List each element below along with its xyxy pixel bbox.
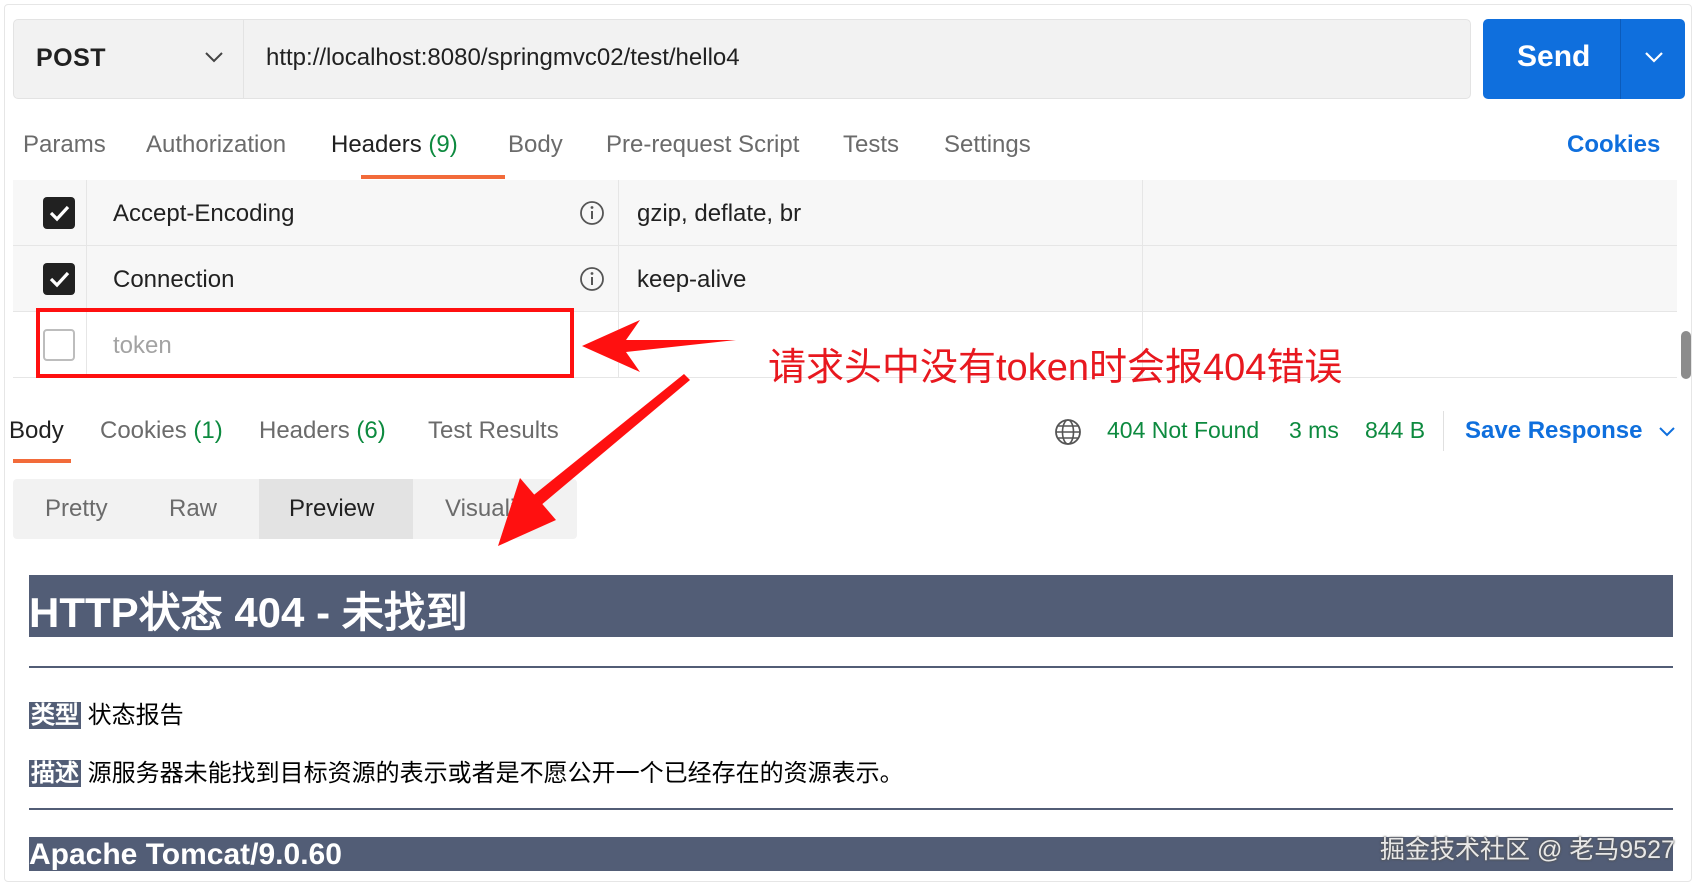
request-tabs: Params Authorization Headers (9) Body Pr… — [5, 113, 1691, 179]
header-key-cell[interactable]: Connection — [87, 246, 619, 312]
globe-icon[interactable] — [1053, 417, 1083, 447]
tab-response-cookies[interactable]: Cookies (1) — [100, 417, 223, 445]
checkmark-icon — [49, 205, 70, 222]
header-value-cell[interactable]: keep-alive — [619, 246, 1143, 312]
type-line: 类型 状态报告 — [29, 695, 184, 730]
tab-body[interactable]: Body — [508, 131, 563, 159]
tab-authorization[interactable]: Authorization — [146, 131, 286, 159]
header-value: gzip, deflate, br — [637, 200, 802, 227]
type-value: 状态报告 — [87, 702, 184, 729]
tab-settings[interactable]: Settings — [944, 131, 1031, 159]
send-divider — [1620, 19, 1621, 99]
tab-headers[interactable]: Headers (9) — [331, 131, 458, 159]
response-time[interactable]: 3 ms — [1289, 417, 1339, 444]
view-raw[interactable]: Raw — [139, 479, 259, 539]
header-row: Connection keep-alive — [13, 246, 1677, 312]
info-icon[interactable] — [579, 200, 605, 226]
header-key-cell[interactable]: Accept-Encoding — [87, 180, 619, 246]
header-value-cell[interactable]: gzip, deflate, br — [619, 180, 1143, 246]
header-checkbox[interactable] — [43, 263, 75, 295]
send-label: Send — [1517, 40, 1591, 73]
horizontal-rule — [29, 666, 1673, 668]
type-label: 类型 — [29, 702, 81, 729]
tab-response-headers-count: (6) — [356, 417, 386, 444]
header-enable-cell — [13, 180, 87, 246]
tab-response-headers[interactable]: Headers (6) — [259, 417, 386, 445]
view-pretty[interactable]: Pretty — [13, 479, 139, 539]
tab-response-body[interactable]: Body — [9, 417, 64, 445]
header-value: keep-alive — [637, 266, 747, 293]
save-response-button[interactable]: Save Response — [1465, 417, 1642, 445]
tab-tests[interactable]: Tests — [843, 131, 899, 159]
divider — [1443, 411, 1444, 451]
view-preview[interactable]: Preview — [259, 479, 413, 539]
annotation-text: 请求头中没有token时会报404错误 — [768, 347, 1343, 389]
view-visualize[interactable]: Visualiz — [413, 479, 577, 539]
chevron-down-icon — [205, 52, 223, 63]
chevron-down-icon[interactable] — [1657, 425, 1677, 439]
tab-headers-label: Headers — [331, 131, 422, 158]
status-code[interactable]: 404 Not Found — [1107, 417, 1259, 444]
info-icon[interactable] — [579, 266, 605, 292]
tab-response-headers-label: Headers — [259, 417, 350, 444]
header-key: Connection — [113, 266, 235, 293]
watermark: 掘金技术社区 @ 老马9527 — [1380, 836, 1675, 864]
header-key: Accept-Encoding — [113, 200, 295, 227]
tab-response-cookies-label: Cookies — [100, 417, 187, 444]
error-heading: HTTP状态 404 - 未找到 — [29, 589, 468, 636]
description-line: 描述 源服务器未能找到目标资源的表示或者是不愿公开一个已经存在的资源表示。 — [29, 753, 904, 788]
tab-params[interactable]: Params — [23, 131, 106, 159]
active-tab-indicator — [13, 459, 71, 463]
description-value: 源服务器未能找到目标资源的表示或者是不愿公开一个已经存在的资源表示。 — [87, 760, 904, 787]
tab-headers-count: (9) — [428, 131, 458, 158]
send-button[interactable]: Send — [1483, 19, 1685, 99]
checkmark-icon — [49, 271, 70, 288]
header-enable-cell — [13, 246, 87, 312]
method-select[interactable]: POST — [14, 20, 244, 98]
active-tab-indicator — [361, 175, 505, 179]
annotation-highlight-box — [36, 308, 574, 378]
header-checkbox[interactable] — [43, 197, 75, 229]
description-label: 描述 — [29, 760, 81, 787]
tomcat-version: Apache Tomcat/9.0.60 — [29, 838, 342, 871]
response-tabs: Body Cookies (1) Headers (6) Test Result… — [5, 399, 1691, 469]
chevron-down-icon[interactable] — [1643, 50, 1665, 64]
horizontal-rule — [29, 808, 1673, 810]
url-bar: POST http://localhost:8080/springmvc02/t… — [13, 19, 1471, 99]
tab-test-results[interactable]: Test Results — [428, 417, 559, 445]
response-size[interactable]: 844 B — [1365, 417, 1425, 444]
header-row: Accept-Encoding gzip, deflate, br — [13, 180, 1677, 246]
tab-response-cookies-count: (1) — [193, 417, 223, 444]
url-input[interactable]: http://localhost:8080/springmvc02/test/h… — [266, 44, 740, 72]
postman-window: POST http://localhost:8080/springmvc02/t… — [4, 4, 1692, 882]
scrollbar[interactable] — [1681, 331, 1691, 379]
cookies-link[interactable]: Cookies — [1567, 131, 1660, 159]
method-label: POST — [36, 44, 107, 72]
view-mode-toggle: Pretty Raw Preview Visualiz — [13, 479, 577, 539]
tab-pre-request-script[interactable]: Pre-request Script — [606, 131, 799, 159]
